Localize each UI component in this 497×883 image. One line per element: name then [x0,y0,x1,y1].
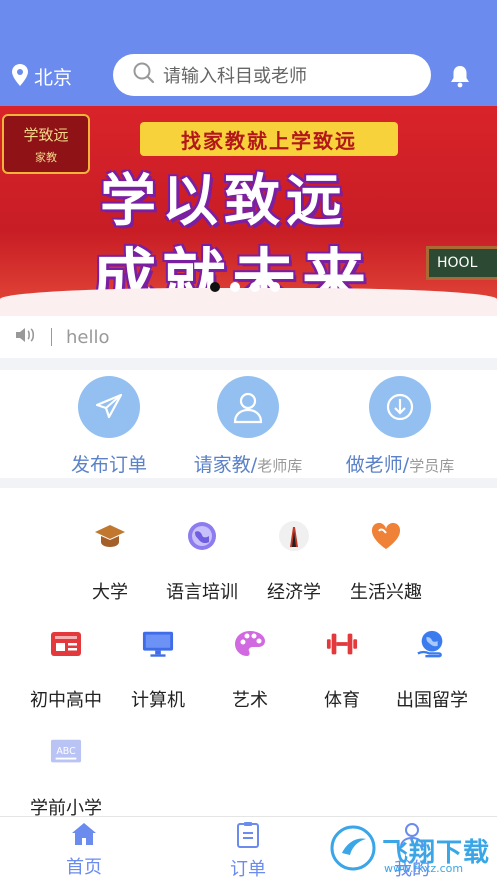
carousel-indicator[interactable] [210,282,280,292]
category-hobbies[interactable]: 生活兴趣 [340,520,432,604]
quick-label: 做老师/ [345,454,410,476]
brand-logo: 学致远 家教 [2,114,90,174]
notice-text: hello [66,326,110,348]
promo-banner[interactable]: 学致远 家教 找家教就上学致远 学以致远 成就未来 HOOL [0,106,497,316]
category-label: 经济学 [267,582,321,603]
category-computer[interactable]: 计算机 [112,628,204,712]
id-card-icon [50,628,82,660]
category-label: 大学 [92,582,128,603]
download-icon [369,376,431,438]
category-label: 初中高中 [30,690,102,711]
globe-icon [186,520,218,552]
category-sports[interactable]: 体育 [296,628,388,712]
palette-icon [234,628,266,660]
graduation-cap-icon [94,520,126,552]
category-university[interactable]: 大学 [64,520,156,604]
location-selector[interactable]: 北京 [12,63,72,90]
category-label: 艺术 [232,690,268,711]
logo-title: 学致远 [23,126,69,144]
carousel-dot[interactable] [250,282,260,292]
quick-label: 请家教/ [193,454,258,476]
user-icon [217,376,279,438]
notice-bar[interactable]: hello [0,316,497,358]
slogan-box: 找家教就上学致远 [140,122,398,156]
carousel-dot[interactable] [230,282,240,292]
svg-text:ABC: ABC [56,746,76,757]
monitor-icon [142,628,174,660]
search-bar[interactable]: 请输入科目或老师 [113,54,431,96]
category-economics[interactable]: 经济学 [248,520,340,604]
metronome-icon [278,520,310,552]
become-teacher-button[interactable]: 做老师/学员库 [338,376,462,477]
paper-plane-icon [78,376,140,438]
category-label: 生活兴趣 [350,582,422,603]
category-art[interactable]: 艺术 [204,628,296,712]
quick-label: 发布订单 [70,454,147,476]
quick-sublabel: 老师库 [257,457,303,475]
home-icon [44,821,124,851]
location-pin-icon [12,63,28,90]
category-middle-high[interactable]: 初中高中 [20,628,112,712]
location-label: 北京 [34,67,73,89]
speaker-icon [15,326,37,348]
category-language[interactable]: 语言培训 [156,520,248,604]
category-label: 语言培训 [166,582,238,603]
category-grid: 大学 语言培训 经济学 生活兴趣 初中高中 计算机 艺术 体育 出国留学 ABC… [0,488,497,820]
chalkboard: HOOL [426,246,497,280]
watermark-url: www.fxxz.com [384,862,464,875]
abc-icon: ABC [50,736,82,768]
tab-label: 订单 [230,859,266,880]
clipboard-icon [208,821,288,853]
watermark: 飞翔下载 www.fxxz.com [330,822,490,878]
hire-tutor-button[interactable]: 请家教/老师库 [186,376,310,477]
top-header: 北京 请输入科目或老师 [0,0,497,106]
tab-orders[interactable]: 订单 [208,821,288,881]
tab-home[interactable]: 首页 [44,821,124,879]
publish-order-button[interactable]: 发布订单 [54,376,164,477]
quick-sublabel: 学员库 [409,457,455,475]
category-preschool[interactable]: ABC 学前小学 [20,736,112,820]
carousel-dot[interactable] [210,282,220,292]
search-placeholder: 请输入科目或老师 [163,66,307,87]
logo-subtitle: 家教 [35,151,57,164]
category-study-abroad[interactable]: 出国留学 [386,628,478,712]
quick-actions: 发布订单 请家教/老师库 做老师/学员库 [0,370,497,478]
divider [51,328,52,346]
heart-icon [370,520,402,552]
category-label: 体育 [324,690,360,711]
tab-label: 首页 [66,857,102,878]
search-icon [133,62,155,88]
category-label: 计算机 [131,690,185,711]
banner-slogan: 找家教就上学致远 [181,128,357,153]
cloud-decoration [0,288,497,316]
globe-hand-icon [416,628,448,660]
category-label: 出国留学 [396,690,468,711]
carousel-dot[interactable] [270,282,280,292]
watermark-logo-icon [330,825,376,875]
banner-headline-1: 学以致远 [100,169,348,234]
dumbbell-icon [326,628,358,660]
bell-icon[interactable] [449,64,471,92]
